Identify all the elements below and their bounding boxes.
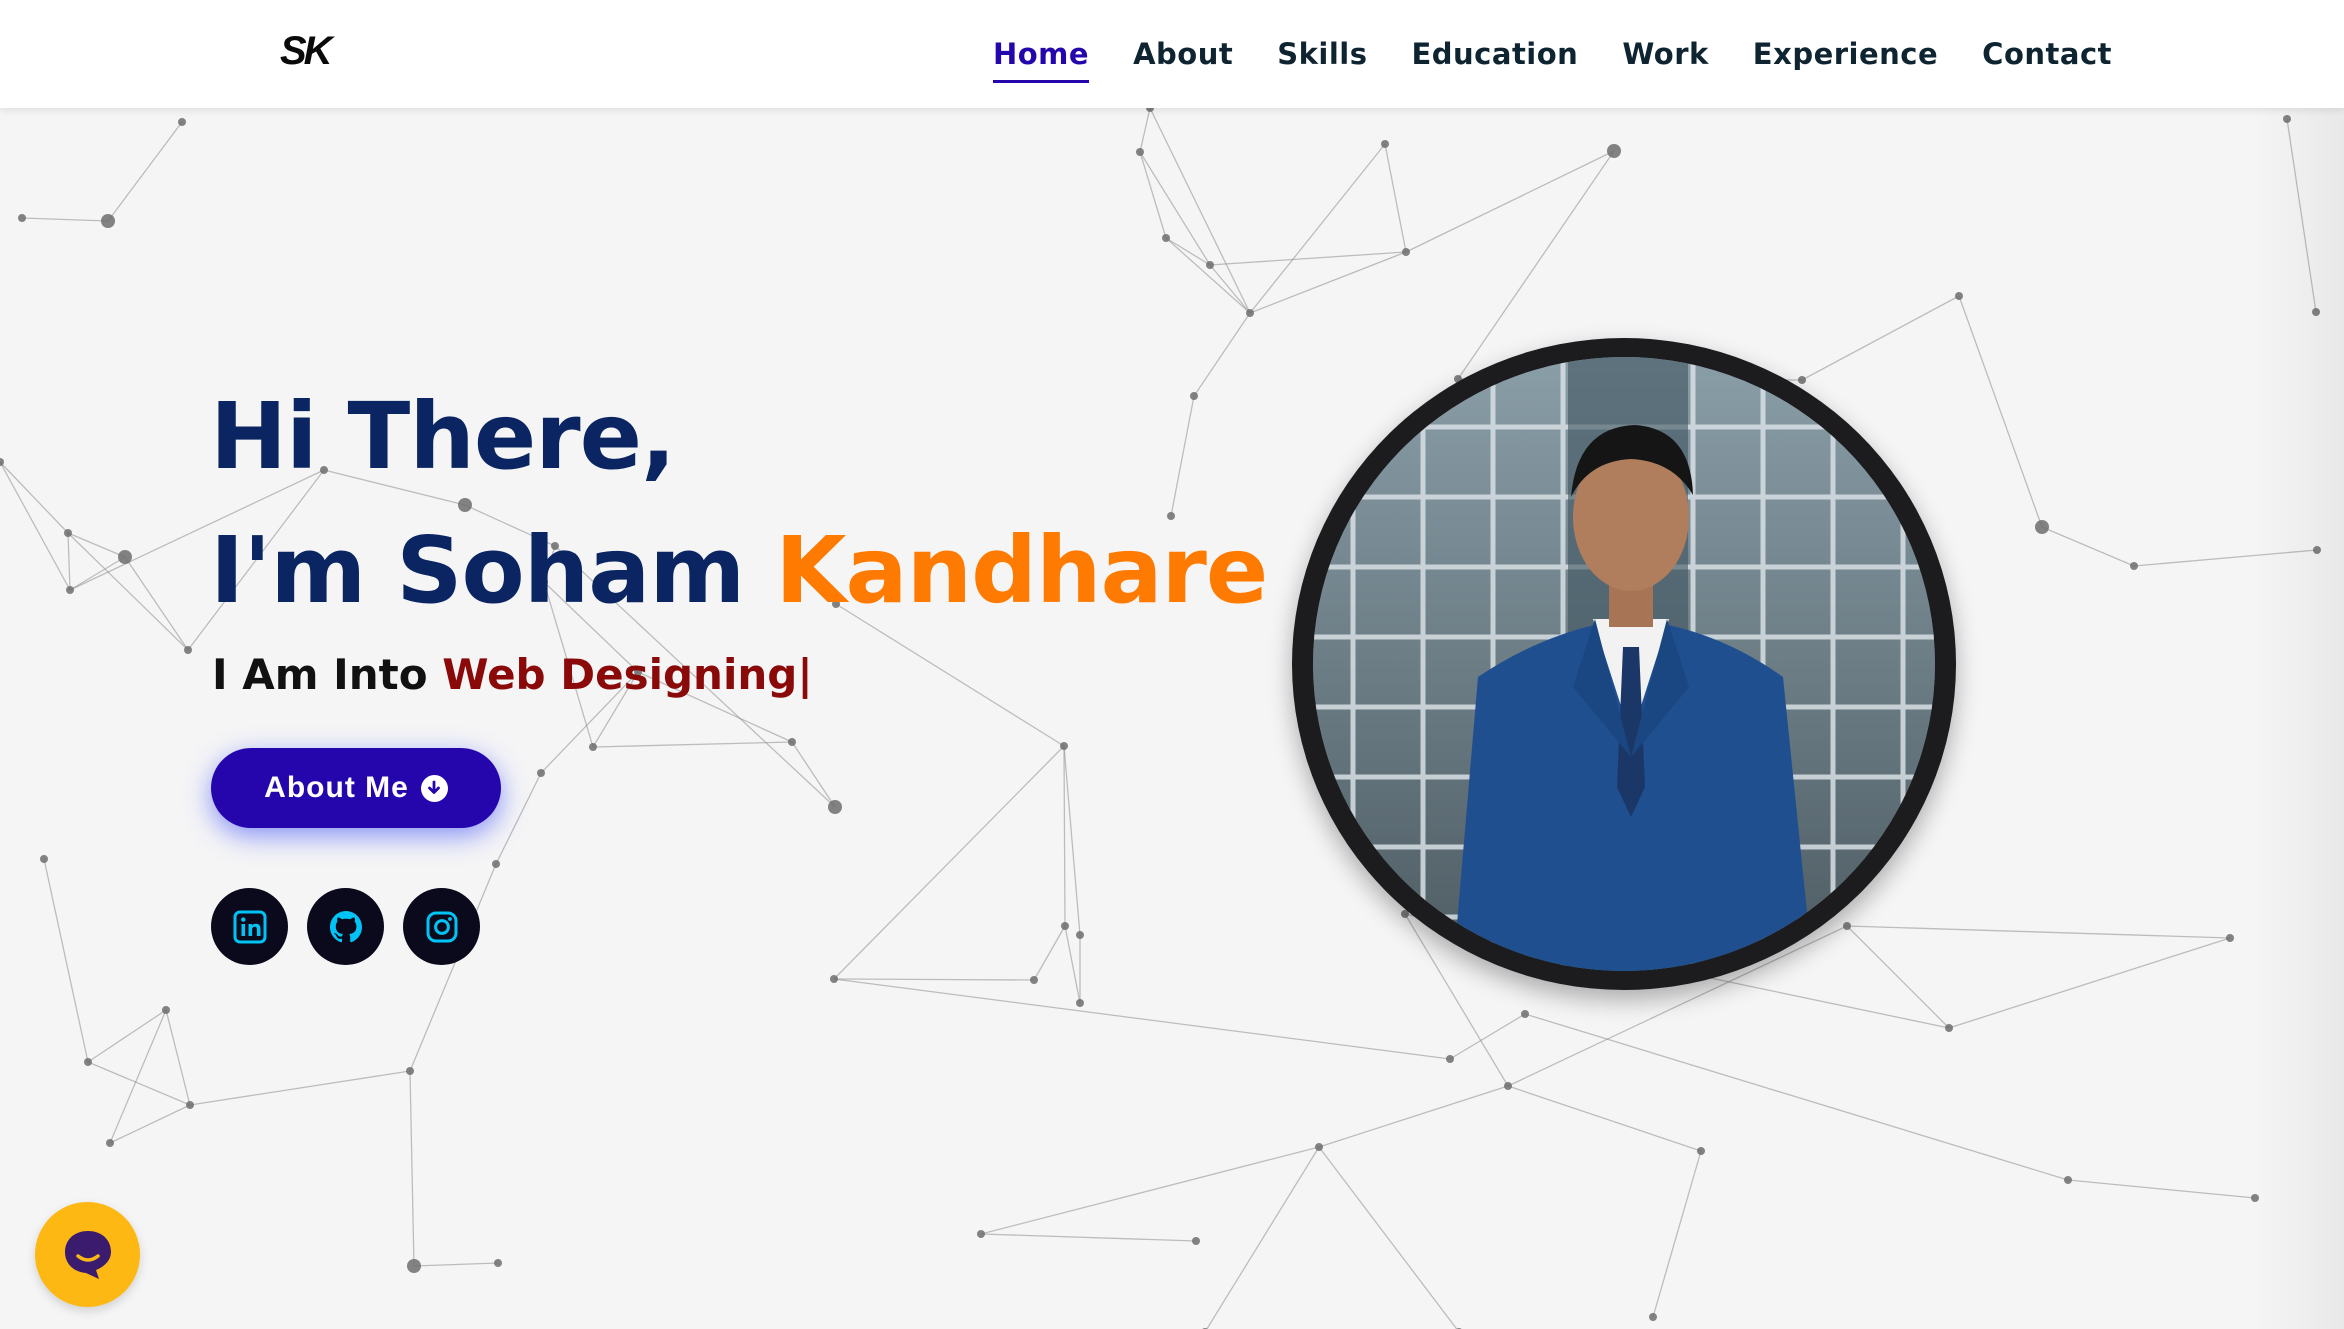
site-header: SK Home About Skills Education Work Expe… [0, 0, 2344, 108]
instagram-icon [426, 911, 457, 942]
main-nav: Home About Skills Education Work Experie… [992, 0, 2112, 108]
linkedin-button[interactable] [211, 888, 288, 965]
nav-about[interactable]: About [1133, 31, 1233, 77]
nav-work[interactable]: Work [1622, 31, 1708, 77]
scroll-edge-shadow [2254, 108, 2344, 1329]
svg-text:SK: SK [280, 29, 336, 72]
nav-skills[interactable]: Skills [1277, 31, 1367, 77]
chat-bubble-icon [64, 1230, 111, 1279]
typed-prefix: I Am Into [212, 650, 443, 699]
linkedin-icon [233, 910, 266, 943]
github-icon [329, 910, 362, 942]
nav-home[interactable]: Home [992, 31, 1090, 83]
hero-greeting-line: Hi There, [210, 383, 676, 490]
about-me-button-label: About Me [264, 771, 409, 804]
about-me-button[interactable]: About Me [211, 748, 501, 828]
social-links [211, 888, 499, 965]
profile-photo [1313, 357, 1935, 971]
typed-cursor: | [797, 650, 813, 699]
arrow-down-circle-icon [420, 774, 448, 802]
github-button[interactable] [307, 888, 384, 965]
nav-experience[interactable]: Experience [1753, 31, 1938, 77]
chat-widget-button[interactable] [35, 1202, 140, 1307]
hero-heading: Hi There, I'm Soham Kandhare [210, 370, 1268, 639]
hero-typed-line: I Am Into Web Designing| [212, 650, 813, 699]
nav-education[interactable]: Education [1411, 31, 1578, 77]
nav-contact[interactable]: Contact [1982, 31, 2112, 77]
instagram-button[interactable] [403, 888, 480, 965]
hero-intro: I'm Soham [210, 517, 776, 625]
hero-name-highlight: Kandhare [775, 517, 1268, 625]
typed-text: Web Designing [442, 650, 798, 699]
logo-sk[interactable]: SK [280, 28, 358, 72]
